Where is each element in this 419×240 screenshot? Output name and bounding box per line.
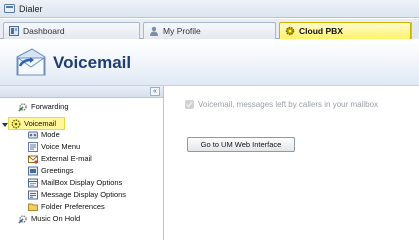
collapse-sidebar-button[interactable]: «: [150, 87, 160, 96]
voicemail-icon: [11, 119, 21, 129]
page-title: Voicemail: [53, 53, 132, 72]
user-icon: [149, 26, 159, 36]
sidebar-item-label: Mode: [41, 130, 60, 139]
page-header: Voicemail: [0, 40, 419, 86]
tab-cloud-pbx[interactable]: Cloud PBX: [279, 22, 411, 39]
sidebar-item-label: Greetings: [41, 166, 74, 175]
sidebar-item-label: Voice Menu: [41, 142, 81, 151]
music-icon: [18, 214, 28, 224]
voicemail-enabled-row: Voicemail, messages left by callers in y…: [185, 100, 378, 109]
sidebar-item-forwarding[interactable]: Forwarding: [18, 101, 69, 112]
mailbox-icon: [28, 178, 38, 188]
sidebar-item-label: External E-mail: [41, 154, 92, 163]
voicemail-envelope-icon: [14, 46, 48, 80]
message-icon: [28, 190, 38, 200]
sidebar-tree: Forwarding Voicemail Mode Voice Menu Ext…: [0, 98, 164, 240]
tab-dashboard[interactable]: Dashboard: [3, 22, 140, 39]
sidebar-item-label: MailBox Display Options: [41, 178, 123, 187]
sidebar-item-label: Voicemail: [24, 119, 57, 128]
sidebar-item-music-on-hold[interactable]: Music On Hold: [18, 213, 80, 224]
title-bar: Dialer: [0, 0, 419, 18]
voicemail-settings-panel: Voicemail, messages left by callers in y…: [165, 86, 419, 240]
external-email-icon: [28, 154, 38, 164]
sidebar-item-mode[interactable]: Mode: [28, 129, 60, 140]
sidebar-item-external-email[interactable]: External E-mail: [28, 153, 92, 164]
sidebar-item-label: Message Display Options: [41, 190, 127, 199]
expand-voicemail-icon[interactable]: [2, 121, 8, 127]
mode-icon: [28, 130, 38, 140]
voice-menu-icon: [28, 141, 38, 152]
forwarding-icon: [18, 102, 28, 112]
sidebar-item-message-display-options[interactable]: Message Display Options: [28, 189, 126, 200]
tab-my-profile[interactable]: My Profile: [143, 22, 276, 39]
folder-icon: [28, 202, 38, 212]
sidebar-item-label: Forwarding: [31, 102, 69, 111]
voicemail-enabled-checkbox[interactable]: [185, 100, 194, 109]
window-title: Dialer: [19, 3, 43, 14]
sidebar-header: «: [0, 86, 164, 98]
dialer-app-icon: [4, 3, 15, 14]
dashboard-icon: [9, 26, 19, 36]
sidebar-item-folder-preferences[interactable]: Folder Preferences: [28, 201, 105, 212]
sidebar-item-greetings[interactable]: Greetings: [28, 165, 74, 176]
sidebar-item-label: Folder Preferences: [41, 202, 105, 211]
sidebar-item-label: Music On Hold: [31, 214, 81, 223]
go-to-um-web-interface-button[interactable]: Go to UM Web Interface: [187, 137, 295, 152]
main-tabs: Dashboard My Profile Cloud PBX: [0, 19, 419, 39]
sidebar-item-mailbox-display-options[interactable]: MailBox Display Options: [28, 177, 122, 188]
tab-dashboard-label: Dashboard: [23, 26, 65, 36]
sidebar-item-voicemail[interactable]: Voicemail: [8, 117, 65, 130]
greetings-icon: [28, 166, 38, 176]
tab-strip-end: [411, 22, 419, 39]
sidebar-item-voice-menu[interactable]: Voice Menu: [28, 141, 80, 152]
tab-cloud-pbx-label: Cloud PBX: [299, 26, 343, 36]
gear-icon: [285, 26, 295, 36]
voicemail-enabled-label: Voicemail, messages left by callers in y…: [198, 100, 379, 109]
tab-my-profile-label: My Profile: [163, 26, 201, 36]
